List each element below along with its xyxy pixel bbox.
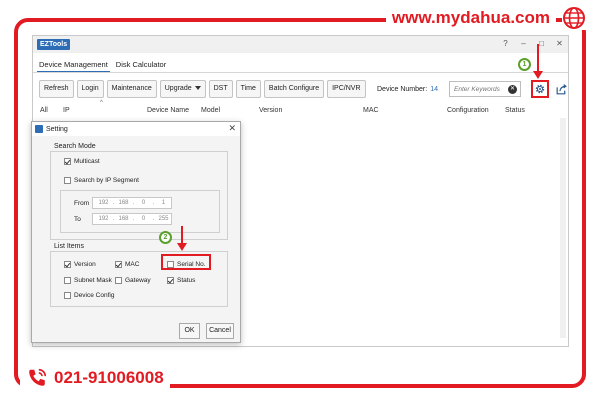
dialog-title-bar: Setting ✕ <box>32 122 240 136</box>
device-number: Device Number: 14 <box>377 86 438 93</box>
from-ip-octet-3: 0 <box>141 200 146 206</box>
from-ip-octet-1: 192 <box>98 200 109 206</box>
column-status[interactable]: Status <box>505 107 525 114</box>
mac-label: MAC <box>125 261 140 268</box>
device-config-label: Device Config <box>74 292 115 299</box>
checkbox-unchecked-icon <box>115 277 122 284</box>
from-row: From 192. 168. 0. 1 <box>74 197 172 209</box>
upgrade-button[interactable]: Upgrade <box>159 80 206 98</box>
clear-icon[interactable]: ✕ <box>508 85 517 94</box>
column-configuration[interactable]: Configuration <box>447 107 489 114</box>
gear-icon <box>535 84 545 94</box>
search-mode-label: Search Mode <box>54 143 98 150</box>
multicast-checkbox[interactable]: Multicast <box>64 158 100 165</box>
status-checkbox[interactable]: Status <box>167 277 195 284</box>
cancel-button[interactable]: Cancel <box>206 323 234 339</box>
dialog-close-icon[interactable]: ✕ <box>228 123 236 134</box>
mac-checkbox[interactable]: MAC <box>115 261 139 268</box>
export-icon <box>556 83 567 94</box>
step-2-marker: 2 <box>159 231 172 244</box>
maintenance-button[interactable]: Maintenance <box>106 80 157 98</box>
export-button[interactable] <box>553 80 569 98</box>
device-table-header: All IP Device Name Model Version MAC Con… <box>33 104 568 118</box>
column-version[interactable]: Version <box>259 107 282 114</box>
step-1-marker: 1 <box>518 58 531 71</box>
subnet-mask-checkbox[interactable]: Subnet Mask <box>64 277 112 284</box>
device-number-value: 14 <box>430 86 438 93</box>
ip-segment-checkbox[interactable]: Search by IP Segment <box>64 177 139 184</box>
column-all[interactable]: All <box>40 107 48 114</box>
window-controls: ? – □ ✕ <box>501 39 564 49</box>
to-ip-input[interactable]: 192. 168. 0. 255 <box>92 213 172 225</box>
to-row: To 192. 168. 0. 255 <box>74 213 172 225</box>
main-tabs: Device Management Disk Calculator <box>37 58 168 73</box>
checkbox-checked-icon <box>115 261 122 268</box>
tab-divider <box>33 72 568 73</box>
version-label: Version <box>74 261 96 268</box>
checkbox-checked-icon <box>64 261 71 268</box>
to-label: To <box>74 215 81 223</box>
phone-number[interactable]: 021-91006008 <box>54 368 164 388</box>
from-ip-octet-2: 168 <box>118 200 129 206</box>
checkbox-unchecked-icon <box>64 177 71 184</box>
maximize-icon[interactable]: □ <box>537 39 546 49</box>
checkbox-checked-icon <box>64 158 71 165</box>
title-bar: EZTools ? – □ ✕ <box>33 36 568 53</box>
dst-button[interactable]: DST <box>208 80 233 98</box>
list-items-label: List Items <box>54 243 86 250</box>
close-icon[interactable]: ✕ <box>555 39 564 49</box>
refresh-button[interactable]: Refresh <box>39 80 74 98</box>
app-title: EZTools <box>37 39 71 50</box>
app-icon <box>35 125 43 133</box>
ok-button[interactable]: OK <box>179 323 200 339</box>
batch-configure-button[interactable]: Batch Configure <box>263 80 325 98</box>
ip-segment-label: Search by IP Segment <box>74 177 139 184</box>
to-ip-octet-4: 255 <box>158 216 169 222</box>
toolbar: Refresh Login Maintenance Upgrade DST Ti… <box>39 80 366 98</box>
to-ip-octet-1: 192 <box>98 216 109 222</box>
gateway-label: Gateway <box>125 277 151 284</box>
phone-contact: 021-91006008 <box>20 367 170 389</box>
column-ip[interactable]: IP <box>63 107 70 114</box>
time-button[interactable]: Time <box>235 80 261 98</box>
upgrade-label: Upgrade <box>164 85 192 92</box>
column-model[interactable]: Model <box>201 107 220 114</box>
globe-icon <box>562 6 586 30</box>
tab-device-management[interactable]: Device Management <box>37 58 110 73</box>
phone-icon <box>29 368 47 386</box>
to-ip-octet-3: 0 <box>141 216 146 222</box>
from-ip-input[interactable]: 192. 168. 0. 1 <box>92 197 172 209</box>
settings-button[interactable] <box>531 80 549 98</box>
login-button[interactable]: Login <box>76 80 104 98</box>
setting-dialog: Setting ✕ Search Mode Multicast Search b… <box>31 121 241 343</box>
ipc-nvr-button[interactable]: IPC/NVR <box>327 80 366 98</box>
vertical-scrollbar[interactable] <box>560 118 566 338</box>
checkbox-unchecked-icon <box>64 277 71 284</box>
status-label: Status <box>177 277 196 284</box>
serial-no-highlight <box>161 254 211 270</box>
device-config-checkbox[interactable]: Device Config <box>64 292 114 299</box>
checkbox-unchecked-icon <box>64 292 71 299</box>
chevron-down-icon <box>194 86 201 91</box>
subnet-mask-label: Subnet Mask <box>74 277 112 284</box>
help-icon[interactable]: ? <box>501 39 510 49</box>
column-mac[interactable]: MAC <box>363 107 379 114</box>
device-number-label: Device Number: <box>377 86 428 93</box>
to-ip-octet-2: 168 <box>118 216 129 222</box>
multicast-label: Multicast <box>74 158 100 165</box>
column-device-name[interactable]: Device Name <box>147 107 189 114</box>
tab-disk-calculator[interactable]: Disk Calculator <box>114 58 168 73</box>
from-label: From <box>74 199 90 207</box>
dialog-title: Setting <box>46 125 68 133</box>
brand-url[interactable]: www.mydahua.com <box>385 8 556 28</box>
version-checkbox[interactable]: Version <box>64 261 96 268</box>
gateway-checkbox[interactable]: Gateway <box>115 277 151 284</box>
from-ip-octet-4: 1 <box>161 200 166 206</box>
checkbox-checked-icon <box>167 277 174 284</box>
minimize-icon[interactable]: – <box>519 39 528 49</box>
